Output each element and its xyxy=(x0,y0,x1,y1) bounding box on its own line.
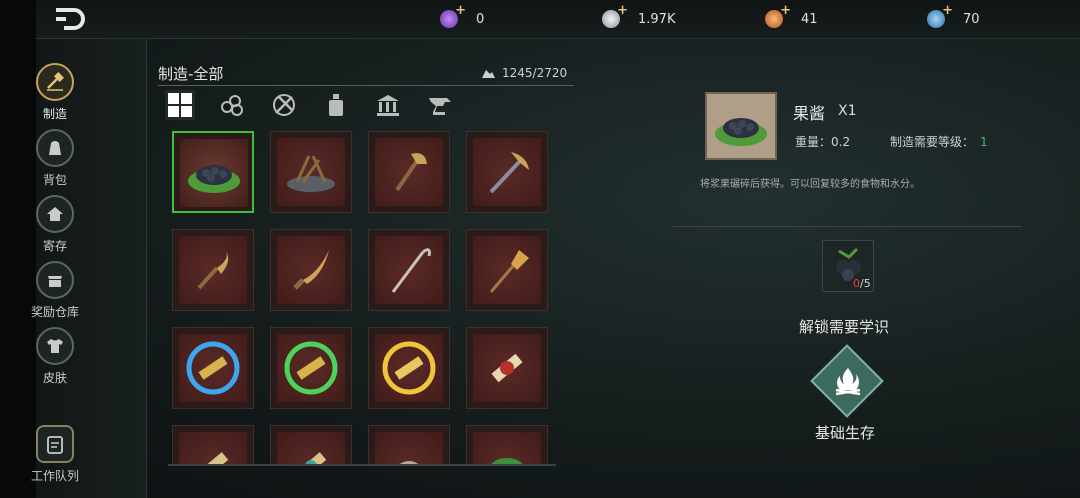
item-slot-green-rune-scroll[interactable] xyxy=(270,327,352,409)
unlock-requirement-label: 解锁需要学识 xyxy=(799,318,890,336)
filter-tools-icon[interactable] xyxy=(269,90,299,120)
item-slot-pickaxe[interactable] xyxy=(466,131,548,213)
blue-rune-scroll-icon xyxy=(186,341,240,395)
level-label: 制造需要等级： xyxy=(890,135,975,149)
item-slot-shovel[interactable] xyxy=(466,229,548,311)
panel-title: 制造-全部 xyxy=(158,65,224,83)
item-grid xyxy=(168,127,563,465)
material-have: 0 xyxy=(853,277,860,290)
sidebar-item-skins[interactable]: 皮肤 xyxy=(0,327,110,386)
currency-value: 1.97K xyxy=(638,11,676,27)
filter-logs-icon[interactable] xyxy=(217,90,247,120)
item-slot-sand-pile[interactable] xyxy=(368,425,450,465)
clipboard-icon xyxy=(36,425,74,463)
currency-value: 0 xyxy=(476,11,485,27)
red-scroll-icon xyxy=(491,353,523,383)
blackberry-jam-icon xyxy=(715,118,767,146)
scroll-icon xyxy=(206,452,229,465)
material-count: 0/5 xyxy=(853,277,871,290)
back-arrow-icon[interactable] xyxy=(52,6,92,32)
green-rune-scroll-icon xyxy=(284,341,338,395)
item-slot-blackberry-jam[interactable] xyxy=(172,131,254,213)
capacity-value: 1245/2720 xyxy=(502,66,568,80)
silver-coin-icon: + xyxy=(602,3,628,28)
hammer-icon xyxy=(36,63,74,101)
orange-token-icon: + xyxy=(765,3,791,28)
sidebar-label: 背包 xyxy=(42,173,67,187)
blackberry-jam-icon xyxy=(188,165,240,193)
detail-description: 将浆果碾碎后获得。可以回复较多的食物和水分。 xyxy=(700,179,920,190)
filter-building-icon[interactable] xyxy=(373,90,403,120)
herb-icon xyxy=(490,458,524,465)
knife-icon xyxy=(293,250,329,290)
detail-item-quantity: X1 xyxy=(838,103,857,119)
filter-all-grid-icon[interactable] xyxy=(165,90,195,120)
title-divider xyxy=(158,85,574,86)
detail-weight: 重量：0.2 xyxy=(795,135,851,149)
item-slot-sickle[interactable] xyxy=(172,229,254,311)
material-need: /5 xyxy=(860,277,871,290)
sidebar-label: 寄存 xyxy=(42,239,67,253)
detail-divider xyxy=(672,226,1022,227)
item-slot-blue-rune-scroll[interactable] xyxy=(172,327,254,409)
skill-name: 基础生存 xyxy=(815,424,876,442)
currency-silver[interactable]: + 1.97K xyxy=(602,3,676,30)
sidebar-item-reward-warehouse[interactable]: 奖励仓库 xyxy=(0,261,110,320)
detail-item-thumbnail xyxy=(705,92,777,160)
item-slot-scroll-partial[interactable] xyxy=(172,425,254,465)
blue-crystal-icon: + xyxy=(927,3,953,28)
scroll-icon xyxy=(304,452,327,465)
item-slot-campfire[interactable] xyxy=(270,131,352,213)
item-slot-gold-rune-scroll[interactable] xyxy=(368,327,450,409)
pickaxe-icon xyxy=(489,152,529,194)
sidebar-item-storage[interactable]: 寄存 xyxy=(0,195,110,254)
currency-blue[interactable]: + 70 xyxy=(927,3,980,30)
weight-icon xyxy=(482,70,495,78)
currency-value: 70 xyxy=(963,11,980,27)
campfire-icon xyxy=(287,155,335,192)
item-slot-knife[interactable] xyxy=(270,229,352,311)
purple-gem-icon: + xyxy=(440,3,466,28)
campfire-skill-icon xyxy=(835,368,861,396)
level-value: 1 xyxy=(980,135,988,149)
sand-pile-icon xyxy=(398,461,420,465)
hook-pole-icon xyxy=(391,248,431,293)
work-queue-button[interactable]: 工作队列 xyxy=(0,425,110,484)
sidebar-label: 皮肤 xyxy=(42,371,67,385)
currency-purple[interactable]: + 0 xyxy=(440,3,485,30)
house-icon xyxy=(36,195,74,233)
detail-item-name: 果酱 xyxy=(793,104,826,123)
item-slot-herb[interactable] xyxy=(466,425,548,465)
shirt-icon xyxy=(36,327,74,365)
currency-value: 41 xyxy=(801,11,818,27)
shovel-icon xyxy=(489,250,529,293)
axe-icon xyxy=(395,153,427,192)
filter-bottle-icon[interactable] xyxy=(321,90,351,120)
weight-capacity: 1245/2720 xyxy=(480,66,567,80)
item-slot-hook-pole[interactable] xyxy=(368,229,450,311)
detail-required-level: 制造需要等级： 1 xyxy=(890,133,988,150)
sidebar-item-bag[interactable]: 背包 xyxy=(0,129,110,188)
grid-scrollbar[interactable] xyxy=(168,464,556,466)
filter-anvil-icon[interactable] xyxy=(425,90,455,120)
sidebar-label: 制造 xyxy=(42,107,67,121)
item-slot-axe[interactable] xyxy=(368,131,450,213)
gold-rune-scroll-icon xyxy=(382,341,436,395)
currency-orange[interactable]: + 41 xyxy=(765,3,818,30)
shop-icon xyxy=(36,261,74,299)
category-filters xyxy=(165,90,477,122)
item-slot-red-scroll[interactable] xyxy=(466,327,548,409)
sidebar-item-craft[interactable]: 制造 xyxy=(0,63,110,122)
item-slot-scroll-partial[interactable] xyxy=(270,425,352,465)
work-queue-label: 工作队列 xyxy=(30,469,79,483)
top-bar xyxy=(36,0,1080,39)
bag-icon xyxy=(36,129,74,167)
sidebar-label: 奖励仓库 xyxy=(30,305,79,319)
sickle-icon xyxy=(197,250,229,290)
